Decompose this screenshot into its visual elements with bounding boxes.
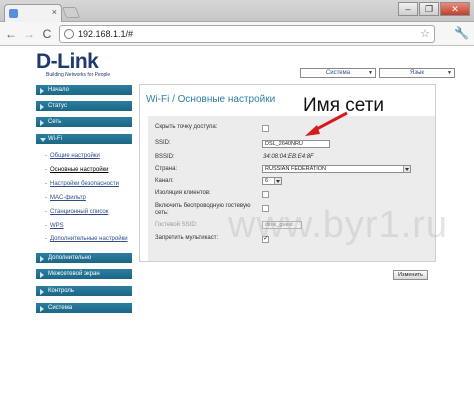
dlink-logo: D-Link Building Networks for People [36,50,110,78]
chevron-down-icon [403,166,410,172]
sidebar-item-firewall[interactable]: Межсетевой экран [36,269,132,280]
bssid-label: BSSID: [155,154,175,160]
sidebar-item-system[interactable]: Система [36,303,132,314]
annotation-arrow-icon [305,111,348,136]
sidebar-item-status[interactable]: Статус [36,101,132,112]
sidebar-sub-security[interactable]: Настройки безопасности [45,181,119,187]
page-title: Wi-Fi / Основные настройки [146,94,276,105]
country-select-value: RUSSIAN FEDERATION [265,166,327,172]
channel-label: Канал: [155,178,174,184]
guest-ssid-label: Гостевой SSID: [155,222,198,228]
sidebar-sub-advanced[interactable]: Дополнительные настройки [45,236,128,242]
apply-button[interactable]: Изменить [393,270,428,280]
channel-select[interactable]: 6 [262,177,282,185]
wrench-icon[interactable]: 🔧 [454,26,469,40]
forward-button[interactable]: → [22,27,36,41]
chevron-down-icon: ▼ [447,70,452,76]
channel-select-value: 6 [265,178,269,184]
sidebar-sub-general[interactable]: Общие настройки [45,153,100,159]
guest-enable-label-line2: сеть: [155,210,169,216]
ssid-input[interactable]: DSL_2640NRU [262,140,330,148]
sidebar-item-wifi[interactable]: Wi-Fi [36,134,132,145]
sidebar-item-home[interactable]: Начало [36,85,132,96]
country-select[interactable]: RUSSIAN FEDERATION [262,165,411,173]
sidebar-item-network[interactable]: Сеть [36,117,132,128]
maximize-button[interactable]: ❐ [419,2,439,16]
hide-ap-label: Скрыть точку доступа: [155,124,218,130]
window-controls: – ❐ ✕ [397,2,470,16]
sidebar-sub-basic[interactable]: Основные настройки [45,167,109,173]
hide-ap-checkbox[interactable] [262,125,269,132]
back-button[interactable]: ← [4,27,18,41]
browser-toolbar: ← → C 192.168.1.1/# ☆ 🔧 [0,22,474,46]
minimize-button[interactable]: – [398,2,418,16]
ssid-label: SSID: [155,140,171,146]
sidebar-item-additional[interactable]: Дополнительно [36,253,132,264]
favicon-icon [9,9,18,18]
system-menu-label: Система [325,70,351,76]
logo-text: D-Link [36,50,99,73]
globe-icon [64,29,74,39]
watermark: www.byr1.ru [228,204,449,246]
isolation-label: Изоляция клиентов: [155,190,211,196]
country-label: Страна: [155,166,178,172]
close-window-button[interactable]: ✕ [440,2,470,16]
tab-close-icon[interactable]: × [52,7,57,17]
sidebar-sub-mac-filter[interactable]: MAC-фильтр [45,195,86,201]
bssid-value: 34:08:04:EB:E4:8F [263,154,314,160]
chevron-down-icon: ▼ [368,70,373,76]
chevron-down-icon [274,178,281,184]
isolation-checkbox[interactable] [262,191,269,198]
language-select[interactable]: Язык ▼ [379,68,455,78]
language-label: Язык [409,70,425,76]
sidebar-item-control[interactable]: Контроль [36,286,132,297]
logo-tagline: Building Networks for People [46,72,111,78]
sidebar-sub-wps[interactable]: WPS [45,223,64,229]
reload-button[interactable]: C [40,27,54,41]
system-menu-select[interactable]: Система ▼ [300,68,376,78]
browser-titlebar: × – ❐ ✕ [0,0,474,22]
star-icon[interactable]: ☆ [420,27,430,40]
browser-tab[interactable]: × [4,4,62,22]
new-tab-button[interactable] [61,7,81,18]
sidebar-sub-station-list[interactable]: Станционный список [45,209,108,215]
address-bar[interactable]: 192.168.1.1/# ☆ [59,25,435,43]
multicast-label: Запретить мультикаст: [155,235,219,241]
url-text[interactable]: 192.168.1.1/# [78,29,133,39]
